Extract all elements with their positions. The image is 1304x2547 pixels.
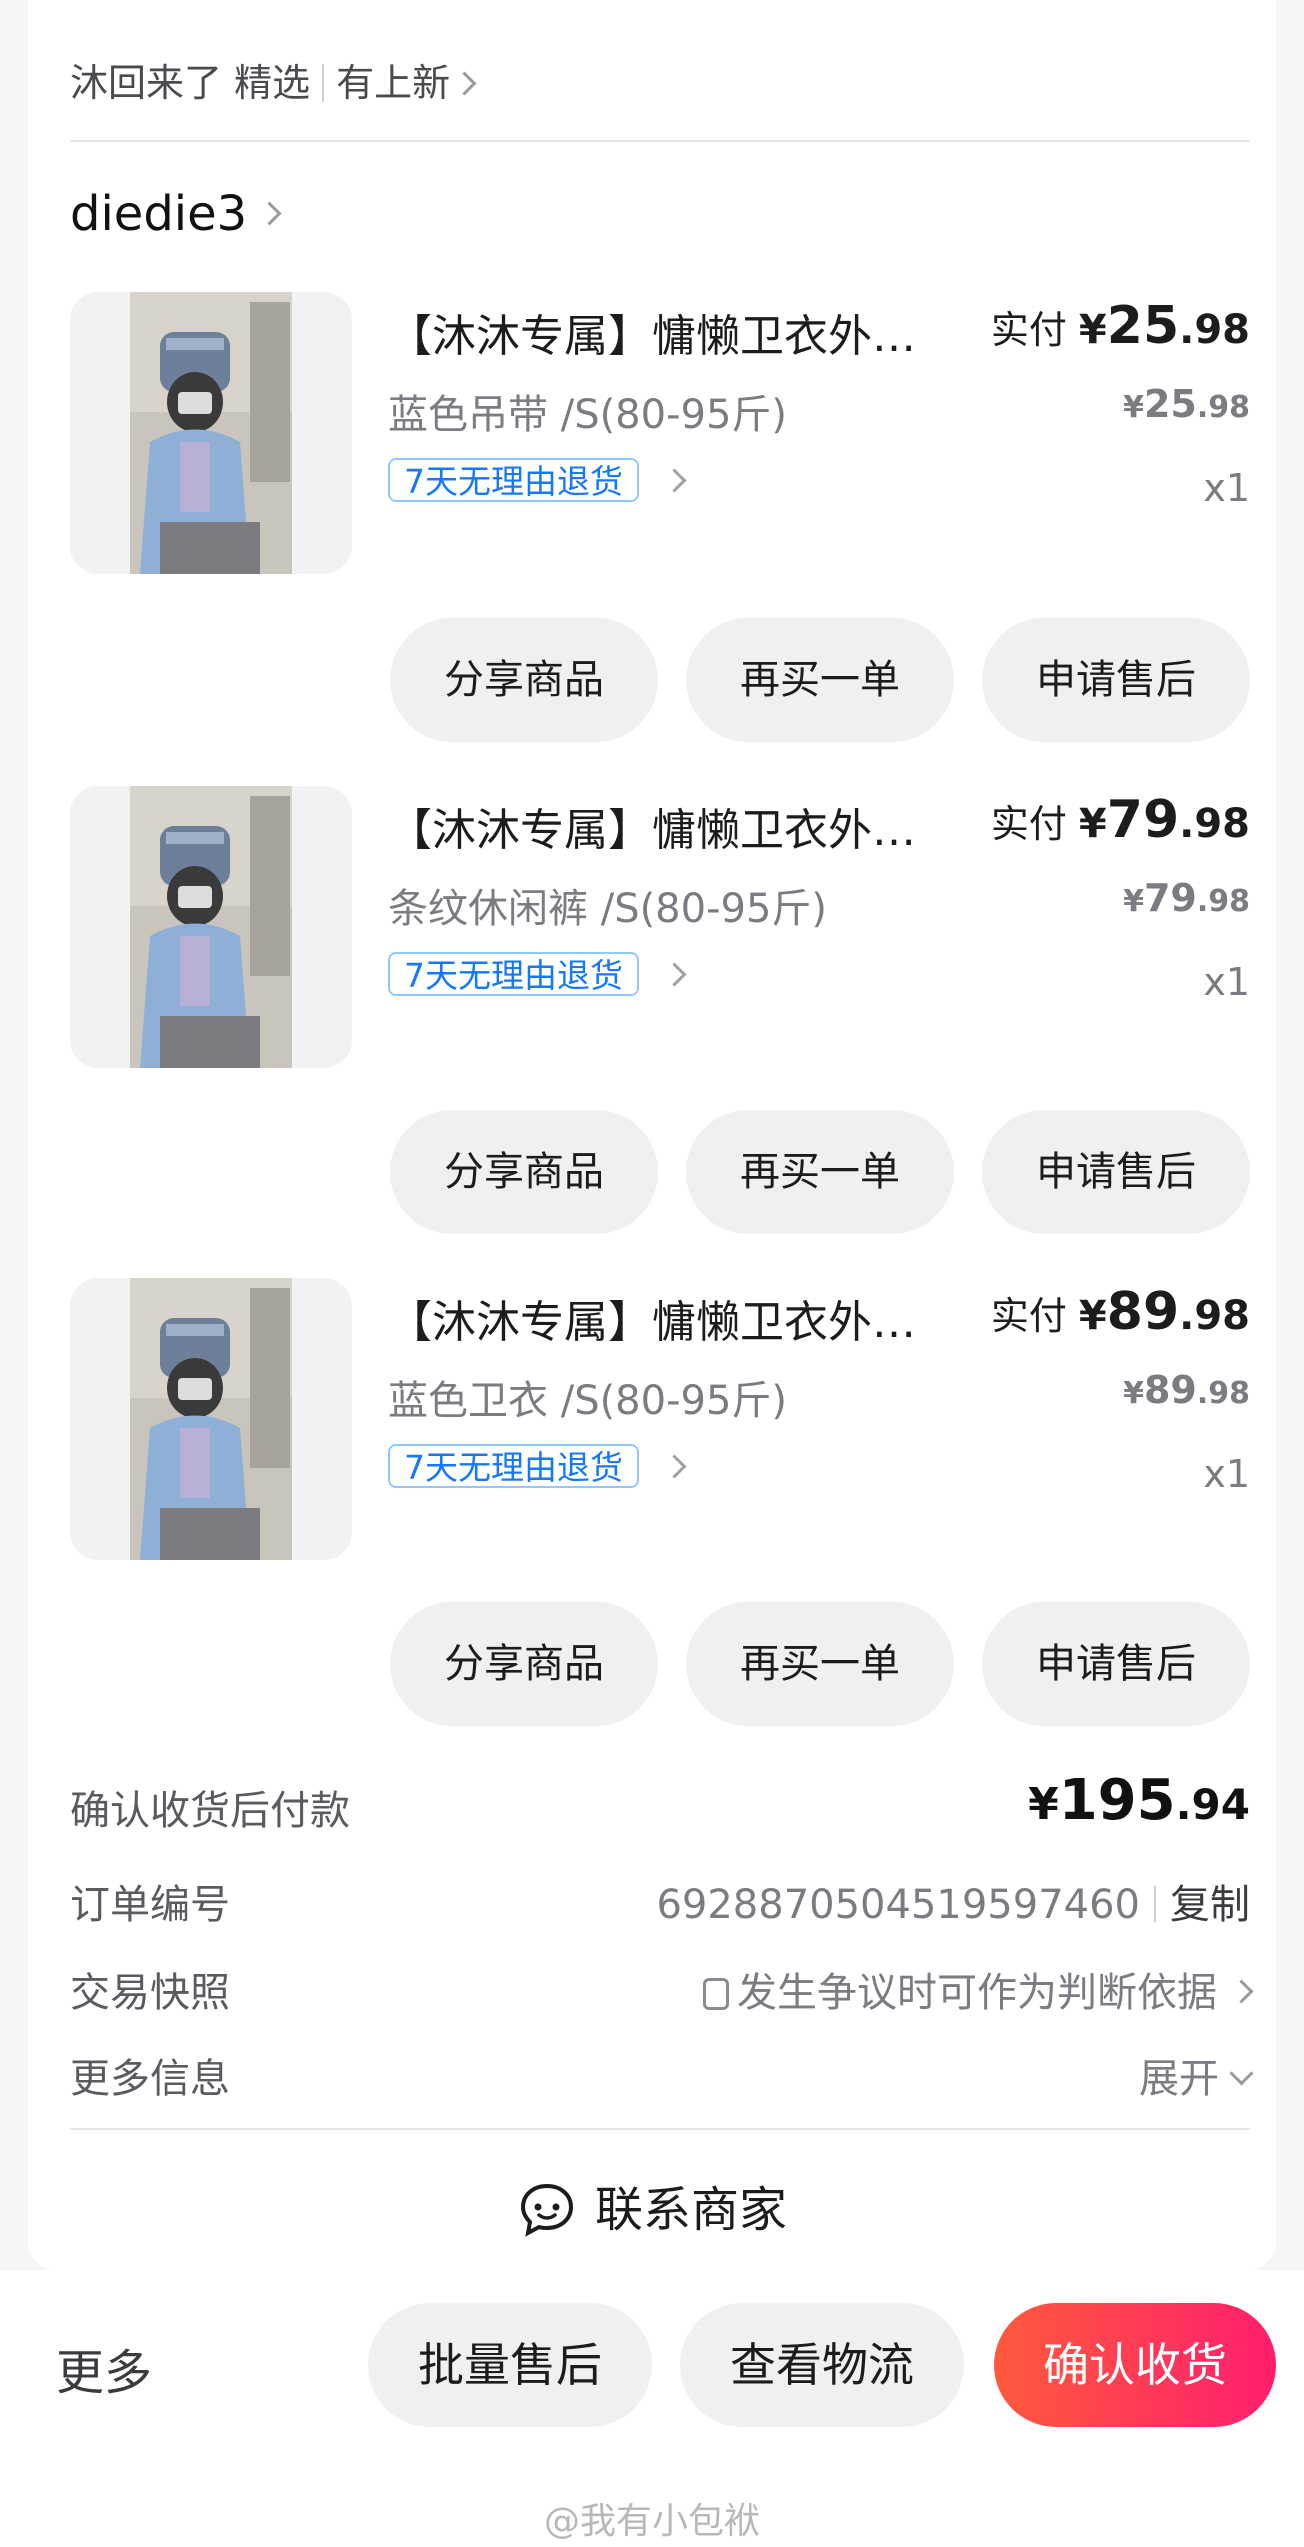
store-breadcrumb[interactable]: 沐回来了 精选 有上新 bbox=[70, 52, 477, 107]
store-breadcrumb-name: 沐回来了 精选 bbox=[70, 61, 311, 105]
original-price: ¥79.98 bbox=[900, 876, 1250, 920]
document-icon bbox=[703, 1978, 729, 2010]
after-sale-button[interactable]: 申请售后 bbox=[982, 618, 1250, 742]
shop-name: diedie3 bbox=[70, 186, 248, 242]
after-sale-button[interactable]: 申请售后 bbox=[982, 1110, 1250, 1234]
return-policy-badge[interactable]: 7天无理由退货 bbox=[388, 458, 639, 502]
original-price-dec: .98 bbox=[1196, 884, 1250, 919]
divider bbox=[70, 140, 1250, 142]
paid-label: 实付 bbox=[990, 1294, 1067, 1338]
currency-symbol: ¥ bbox=[1123, 1376, 1144, 1411]
currency-symbol: ¥ bbox=[1028, 1779, 1059, 1830]
product-spec: 蓝色卫衣 /S(80-95斤) bbox=[388, 1378, 788, 1424]
product-thumbnail[interactable] bbox=[70, 1278, 352, 1560]
chat-icon bbox=[520, 2183, 573, 2237]
confirm-receipt-button[interactable]: 确认收货 bbox=[994, 2303, 1276, 2427]
divider bbox=[70, 2128, 1250, 2130]
contact-merchant-label: 联系商家 bbox=[594, 2182, 787, 2238]
buy-again-button[interactable]: 再买一单 bbox=[686, 618, 954, 742]
paid-price: 实付 ¥79.98 bbox=[900, 790, 1250, 850]
copy-button[interactable]: 复制 bbox=[1170, 1882, 1250, 1928]
pay-after-receipt-label: 确认收货后付款 bbox=[70, 1788, 350, 1834]
breadcrumb-separator bbox=[322, 64, 325, 102]
chevron-right-icon bbox=[257, 201, 282, 226]
original-price-dec: .98 bbox=[1196, 1376, 1250, 1411]
separator bbox=[1154, 1886, 1156, 1922]
product-title[interactable]: 【沐沐专属】慵懒卫衣外… bbox=[388, 1286, 916, 1350]
buy-again-button[interactable]: 再买一单 bbox=[686, 1110, 954, 1234]
share-product-button[interactable]: 分享商品 bbox=[390, 1602, 658, 1726]
original-price: ¥25.98 bbox=[900, 382, 1250, 426]
buy-again-button[interactable]: 再买一单 bbox=[686, 1602, 954, 1726]
chevron-right-icon bbox=[1229, 1979, 1254, 2004]
original-price-int: 25 bbox=[1143, 382, 1197, 426]
paid-price-int: 25 bbox=[1106, 296, 1180, 356]
product-spec: 蓝色吊带 /S(80-95斤) bbox=[388, 392, 788, 438]
total-int: 195 bbox=[1058, 1768, 1176, 1833]
original-price-dec: .98 bbox=[1196, 390, 1250, 425]
quantity: x1 bbox=[1203, 1452, 1250, 1496]
order-number-row: 6928870504519597460 复制 bbox=[600, 1872, 1250, 1930]
share-product-button[interactable]: 分享商品 bbox=[390, 1110, 658, 1234]
more-button[interactable]: 更多 bbox=[56, 2333, 152, 2403]
paid-price-int: 79 bbox=[1106, 790, 1180, 850]
currency-symbol: ¥ bbox=[1078, 1293, 1107, 1339]
paid-price-dec: .98 bbox=[1179, 801, 1250, 847]
product-title[interactable]: 【沐沐专属】慵懒卫衣外… bbox=[388, 794, 916, 858]
snapshot-value: 发生争议时可作为判断依据 bbox=[737, 1970, 1217, 2016]
return-policy-badge[interactable]: 7天无理由退货 bbox=[388, 952, 639, 996]
paid-label: 实付 bbox=[990, 802, 1067, 846]
currency-symbol: ¥ bbox=[1078, 307, 1107, 353]
share-product-button[interactable]: 分享商品 bbox=[390, 618, 658, 742]
product-photo bbox=[130, 292, 292, 574]
total-dec: .94 bbox=[1175, 1780, 1250, 1829]
paid-price: 实付 ¥25.98 bbox=[900, 296, 1250, 356]
chevron-down-icon bbox=[1229, 2061, 1254, 2086]
view-logistics-button[interactable]: 查看物流 bbox=[680, 2303, 964, 2427]
more-info-label: 更多信息 bbox=[70, 2056, 230, 2102]
after-sale-button[interactable]: 申请售后 bbox=[982, 1602, 1250, 1726]
contact-merchant-button[interactable]: 联系商家 bbox=[0, 2170, 1304, 2240]
order-total: ¥195.94 bbox=[950, 1768, 1250, 1833]
original-price-int: 79 bbox=[1143, 876, 1197, 920]
currency-symbol: ¥ bbox=[1123, 390, 1144, 425]
order-number-label: 订单编号 bbox=[70, 1882, 230, 1928]
product-thumbnail[interactable] bbox=[70, 292, 352, 574]
quantity: x1 bbox=[1203, 466, 1250, 510]
watermark: @我有小包袱 bbox=[543, 2501, 760, 2542]
return-policy-badge[interactable]: 7天无理由退货 bbox=[388, 1444, 639, 1488]
paid-label: 实付 bbox=[990, 308, 1067, 352]
shop-name-link[interactable]: diedie3 bbox=[70, 186, 282, 242]
product-photo bbox=[130, 786, 292, 1068]
paid-price-int: 89 bbox=[1106, 1282, 1180, 1342]
paid-price-dec: .98 bbox=[1179, 1293, 1250, 1339]
order-number: 6928870504519597460 bbox=[656, 1882, 1140, 1928]
expand-toggle[interactable]: 展开 bbox=[900, 2046, 1254, 2104]
expand-label: 展开 bbox=[1139, 2056, 1219, 2102]
product-photo bbox=[130, 1278, 292, 1560]
quantity: x1 bbox=[1203, 960, 1250, 1004]
store-new-link: 有上新 bbox=[336, 61, 451, 105]
snapshot-label: 交易快照 bbox=[70, 1970, 230, 2016]
product-title[interactable]: 【沐沐专属】慵懒卫衣外… bbox=[388, 300, 916, 364]
original-price-int: 89 bbox=[1143, 1368, 1197, 1412]
currency-symbol: ¥ bbox=[1123, 884, 1144, 919]
paid-price-dec: .98 bbox=[1179, 307, 1250, 353]
chevron-right-icon bbox=[452, 71, 477, 96]
original-price: ¥89.98 bbox=[900, 1368, 1250, 1412]
product-spec: 条纹休闲裤 /S(80-95斤) bbox=[388, 886, 828, 932]
batch-after-sale-button[interactable]: 批量售后 bbox=[368, 2303, 652, 2427]
snapshot-link[interactable]: 发生争议时可作为判断依据 bbox=[560, 1960, 1254, 2018]
product-thumbnail[interactable] bbox=[70, 786, 352, 1068]
currency-symbol: ¥ bbox=[1078, 801, 1107, 847]
paid-price: 实付 ¥89.98 bbox=[900, 1282, 1250, 1342]
